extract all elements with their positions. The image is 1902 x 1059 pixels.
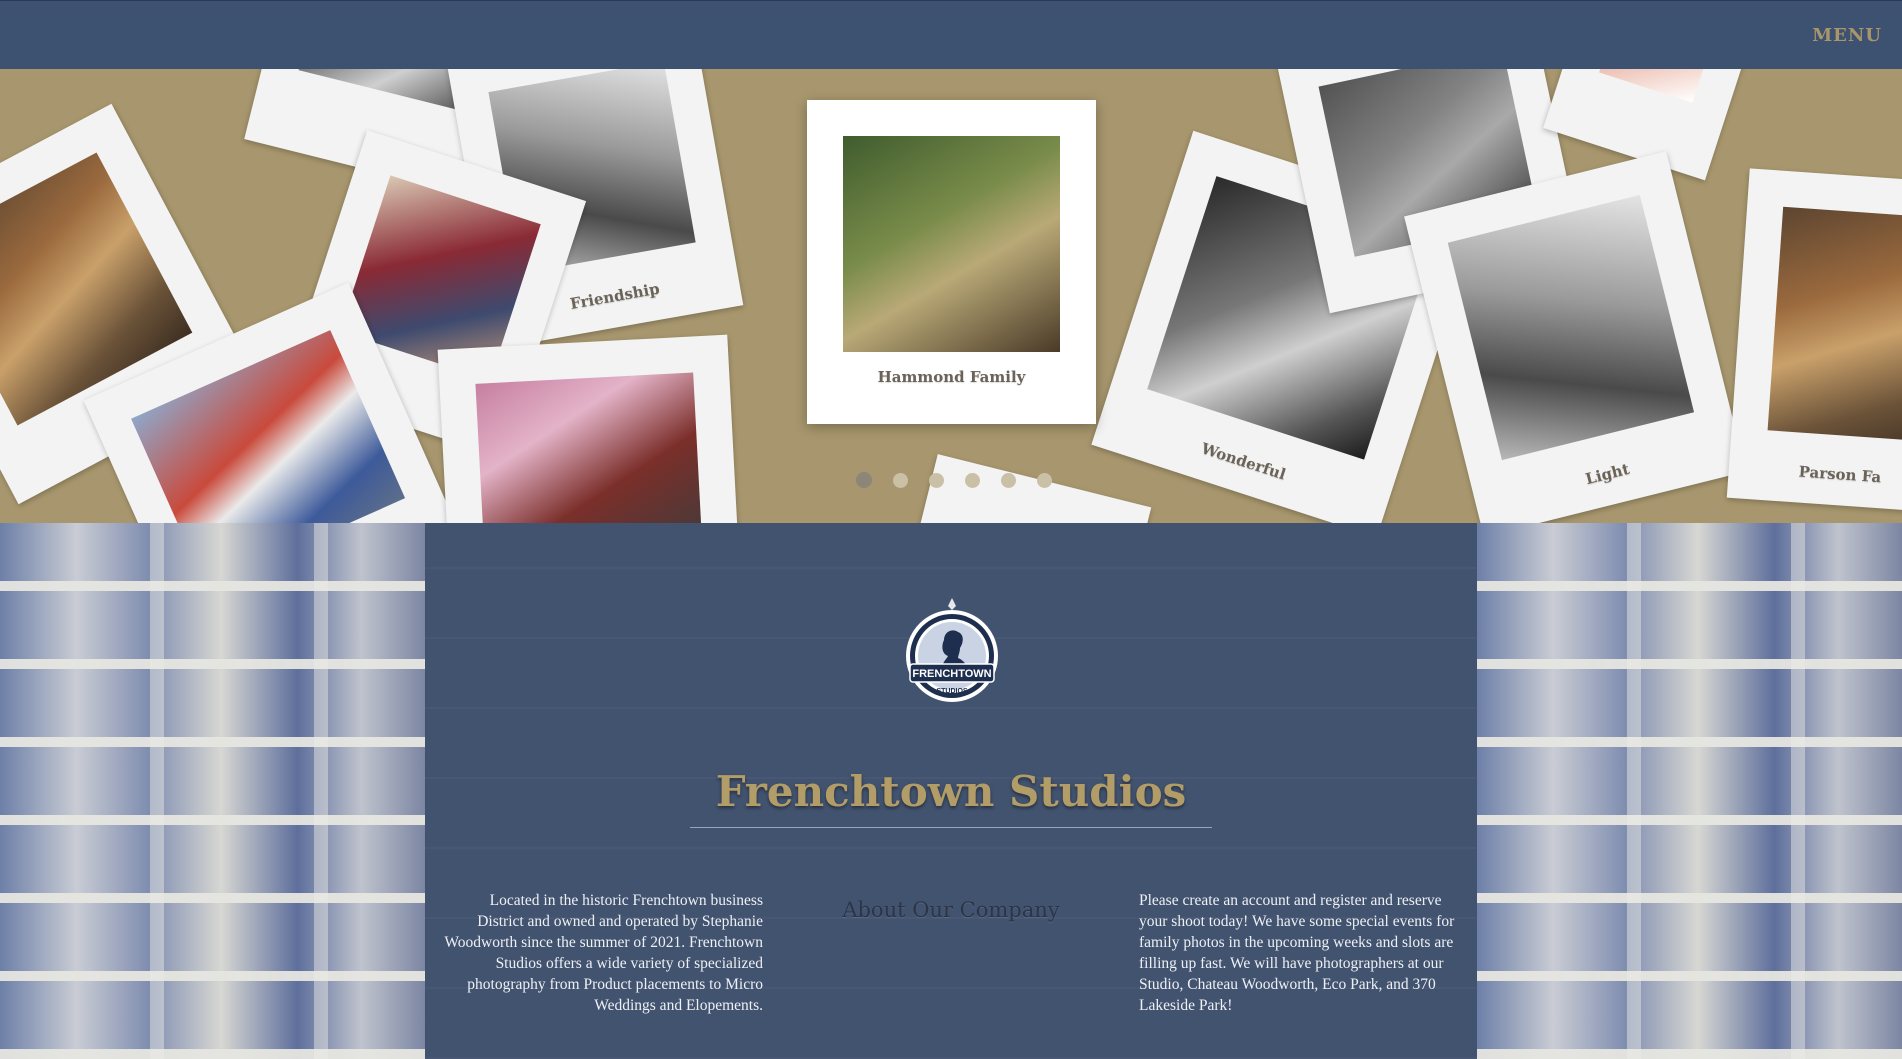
carousel-dot-6[interactable]	[1037, 473, 1052, 488]
carousel-dot-1[interactable]	[856, 472, 872, 488]
carousel-dot-4[interactable]	[965, 473, 980, 488]
photo-image	[1447, 194, 1695, 461]
carousel-pagination	[856, 472, 1052, 488]
logo-text: FRENCHTOWN	[912, 668, 991, 680]
polaroid-hammond-family[interactable]: Hammond Family	[807, 100, 1096, 424]
menu-button[interactable]: MENU	[1812, 25, 1882, 46]
photo-image	[843, 136, 1060, 352]
polaroid-couple[interactable]	[437, 334, 743, 523]
logo-subtext: STUDIOS	[936, 688, 967, 695]
about-panel: FRENCHTOWN STUDIOS Frenchtown Studios Lo…	[425, 523, 1477, 1059]
brick-wall-left	[0, 523, 425, 1059]
hero-photo-carousel[interactable]: Peace Friendship Bliss Wonderful Light	[0, 69, 1902, 523]
polaroid-light[interactable]: Light	[1404, 151, 1746, 523]
polaroid-partial-bottom[interactable]	[908, 454, 1152, 523]
photo-caption: Parson Fa	[1798, 462, 1882, 487]
frenchtown-logo: FRENCHTOWN STUDIOS	[906, 598, 998, 702]
about-heading: About Our Company	[842, 898, 1060, 922]
title-divider	[690, 827, 1212, 828]
about-left-text: Located in the historic Frenchtown busin…	[444, 892, 763, 1014]
brick-wall-right	[1477, 523, 1902, 1059]
about-right-text: Please create an account and register an…	[1139, 892, 1455, 1014]
brand-title: Frenchtown Studios	[715, 767, 1187, 816]
carousel-dot-5[interactable]	[1001, 473, 1016, 488]
polaroid-parson-family[interactable]: Parson Fa	[1726, 168, 1902, 514]
carousel-dot-3[interactable]	[929, 473, 944, 488]
top-navigation-bar: MENU	[0, 0, 1902, 69]
carousel-dot-2[interactable]	[893, 473, 908, 488]
photo-caption: Hammond Family	[877, 368, 1026, 386]
photo-image	[1767, 206, 1902, 444]
photo-image	[475, 372, 703, 523]
photo-image	[1599, 69, 1722, 103]
